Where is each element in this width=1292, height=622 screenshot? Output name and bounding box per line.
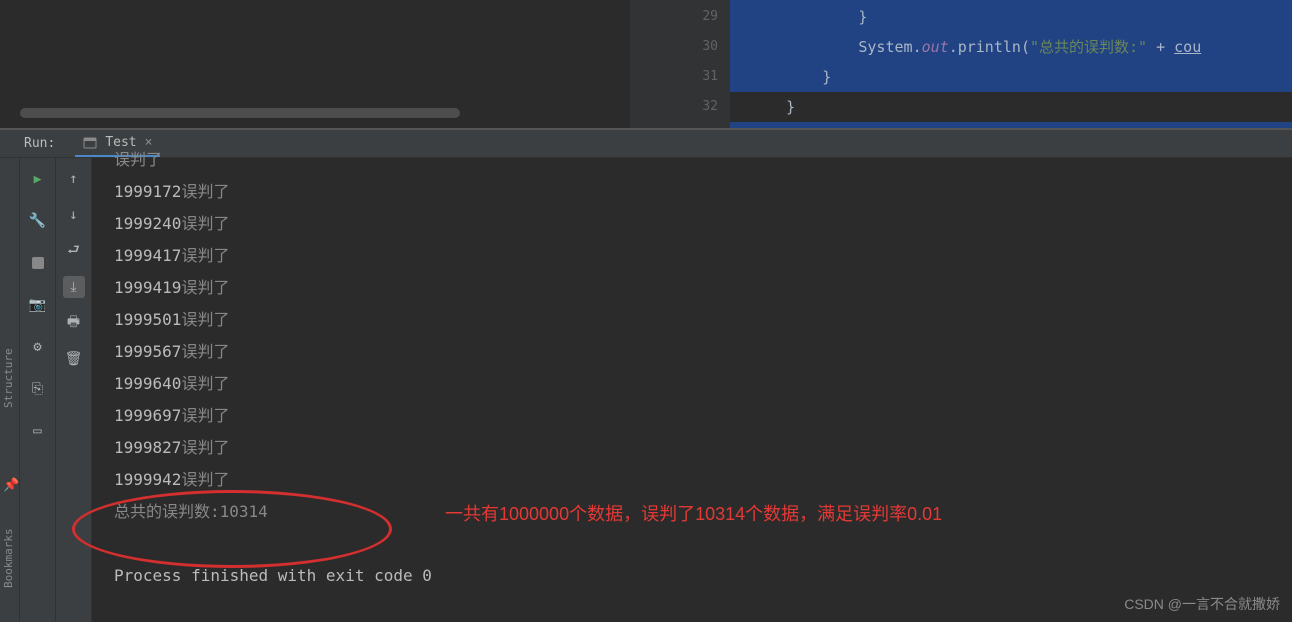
- console-line: 1999640误判了: [114, 368, 1292, 400]
- layout-icon: ▭: [33, 423, 41, 439]
- gutter-line-29[interactable]: 29 ⊟: [630, 2, 730, 32]
- rerun-button[interactable]: ▶: [27, 168, 49, 190]
- console-line: 1999501误判了: [114, 304, 1292, 336]
- code-line: }: [730, 92, 1292, 122]
- stop-icon: [32, 257, 44, 269]
- gutter-line-31[interactable]: 31 ⊟: [630, 62, 730, 92]
- play-icon: ▶: [34, 172, 42, 187]
- scroll-to-end-button[interactable]: ⤓: [63, 276, 85, 298]
- console-line: 1999417误判了: [114, 240, 1292, 272]
- console-line: 1999697误判了: [114, 400, 1292, 432]
- settings-button[interactable]: ⚙: [27, 336, 49, 358]
- horizontal-scrollbar[interactable]: [20, 108, 460, 118]
- gutter-line-30[interactable]: 30: [630, 32, 730, 62]
- run-panel-body: Structure 📌 Bookmarks ▶ 🔧 📷 ⚙ ⎘ ▭ ↑ ↓ ⮐ …: [0, 158, 1292, 622]
- wrench-icon: 🔧: [29, 213, 46, 229]
- scroll-up-button[interactable]: ↑: [63, 168, 85, 190]
- code-area[interactable]: } System.out.println("总共的误判数:" + cou } }: [730, 0, 1292, 128]
- exit-icon: ⎘: [32, 381, 43, 397]
- console-output[interactable]: 误判了 1999172误判了 1999240误判了 1999417误判了 199…: [92, 158, 1292, 622]
- console-line: 1999567误判了: [114, 336, 1292, 368]
- console-line: 误判了: [114, 144, 1292, 176]
- code-line: }: [730, 2, 1292, 32]
- camera-icon: 📷: [29, 297, 46, 313]
- editor-right-panel: 29 ⊟ 30 31 ⊟ 32 } System.out.println("总共…: [630, 0, 1292, 128]
- arrow-down-icon: ↓: [69, 207, 77, 223]
- run-label: Run:: [24, 136, 55, 151]
- console-summary-line: 总共的误判数:10314: [114, 496, 1292, 528]
- console-exit-line: Process finished with exit code 0: [114, 560, 1292, 592]
- run-toolbar-secondary: ↑ ↓ ⮐ ⤓ 🖶 🗑: [56, 158, 92, 622]
- arrow-up-icon: ↑: [69, 171, 77, 187]
- console-line: 1999240误判了: [114, 208, 1292, 240]
- editor-area: 29 ⊟ 30 31 ⊟ 32 } System.out.println("总共…: [0, 0, 1292, 128]
- soft-wrap-button[interactable]: ⮐: [63, 240, 85, 262]
- trash-icon: 🗑: [65, 351, 83, 367]
- layout-button[interactable]: ▭: [27, 420, 49, 442]
- gear-icon: ⚙: [33, 339, 41, 355]
- dump-button[interactable]: 📷: [27, 294, 49, 316]
- exit-button[interactable]: ⎘: [27, 378, 49, 400]
- left-tool-strip: Structure 📌 Bookmarks: [0, 158, 20, 622]
- console-line: 1999942误判了: [114, 464, 1292, 496]
- print-button[interactable]: 🖶: [63, 312, 85, 334]
- watermark: CSDN @一言不合就撒娇: [1124, 594, 1280, 614]
- run-toolbar-primary: ▶ 🔧 📷 ⚙ ⎘ ▭: [20, 158, 56, 622]
- pin-icon[interactable]: 📌: [3, 478, 19, 493]
- scroll-end-icon: ⤓: [70, 279, 76, 295]
- console-line: 1999419误判了: [114, 272, 1292, 304]
- stop-button[interactable]: [27, 252, 49, 274]
- bookmarks-tool-label[interactable]: Bookmarks: [2, 528, 15, 588]
- gutter-line-32[interactable]: 32: [630, 92, 730, 122]
- code-line: System.out.println("总共的误判数:" + cou: [730, 32, 1292, 62]
- code-line: }: [730, 62, 1292, 92]
- console-line: 1999827误判了: [114, 432, 1292, 464]
- editor-left-panel: [0, 0, 630, 128]
- editor-gutter: 29 ⊟ 30 31 ⊟ 32: [630, 0, 730, 128]
- clear-button[interactable]: 🗑: [63, 348, 85, 370]
- console-line: 1999172误判了: [114, 176, 1292, 208]
- wrench-button[interactable]: 🔧: [27, 210, 49, 232]
- run-config-icon: [83, 136, 97, 150]
- wrap-icon: ⮐: [67, 239, 80, 263]
- print-icon: 🖶: [67, 311, 80, 335]
- scroll-down-button[interactable]: ↓: [63, 204, 85, 226]
- structure-tool-label[interactable]: Structure: [2, 348, 15, 408]
